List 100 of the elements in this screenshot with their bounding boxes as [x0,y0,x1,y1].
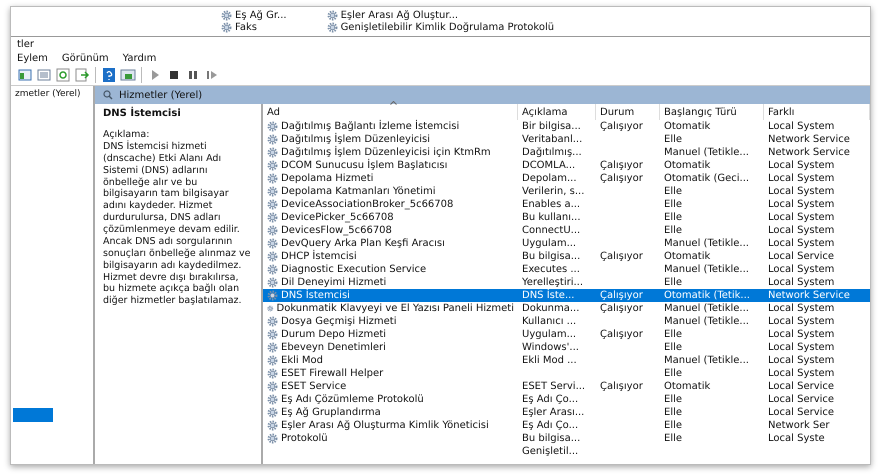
service-row[interactable]: DHCP İstemcisi [263,250,518,263]
service-row[interactable]: DevicePicker_5c66708 [263,211,518,224]
tree-item[interactable]: zmetler (Yerel) [13,88,91,100]
service-row[interactable]: Ebeveyn Denetimleri [263,341,518,354]
service-row[interactable]: ESET Firewall Helper [263,367,518,380]
table-cell-text: Dağıtılmış... [521,146,583,159]
service-row[interactable]: Ekli Mod [263,354,518,367]
gear-icon [267,277,278,288]
gear-icon [267,186,278,197]
service-row[interactable]: DevQuery Arka Plan Keşfi Aracısı [263,237,518,250]
table-cell-text: Local System [767,185,836,198]
table-cell-text: ESET Servi... [521,380,586,393]
gear-icon [267,199,278,210]
table-cell-text: Çalışıyor [599,302,644,315]
table-cell-text: Executes ... [521,263,581,276]
table-cell-text: Elle [663,276,684,289]
menu-item[interactable]: Eylem [17,53,48,64]
gear-icon [267,342,278,353]
table-cell-text: Elle [663,133,684,146]
gear-icon [267,173,278,184]
export-icon[interactable] [74,67,90,83]
table-cell-text: Enables a... [521,198,582,211]
table-cell-text: Eş Adı Ço... [521,393,580,406]
column-header[interactable]: Açıklama [518,104,596,120]
pane-title: Hizmetler (Yerel) [119,90,202,100]
table-cell-text: Otomatik [663,159,712,172]
table-cell-text: Local System [767,198,836,211]
table-cell-text: Elle [663,224,684,237]
table-cell-text: Local System [767,328,836,341]
service-row[interactable]: Dağıtılmış İşlem Düzenleyicisi [263,133,518,146]
console-icon[interactable] [120,67,136,83]
table-cell-text: Otomatik [663,250,712,263]
gear-icon [267,303,274,314]
table-cell-text: Local System [767,276,836,289]
table-cell-text: Çalışıyor [599,172,644,185]
pane-icon[interactable] [17,67,33,83]
gear-icon [267,433,278,444]
service-row[interactable]: Protokolü [263,432,518,445]
gear-icon [267,407,278,418]
service-row[interactable]: Eş Adı Çözümleme Protokolü [263,393,518,406]
service-row[interactable]: ESET Service [263,380,518,393]
service-row[interactable]: DNS İstemcisi [263,289,518,302]
description-text: DNS İstemcisi hizmeti (dnscache) Etki Alanı Adı Sistemi (DNS) adlarını önbelleğe alır ve bu bilgisayarın tam bilgisayar adını kaydeder. Hizmet durdurulursa, DNS adları çözümlenmeye devam edilir. Ancak DNS adı sorgularının sonuçları önbelleğe alınmaz ve bilgisayarın adı kaydedilmez. Hizmet devre dışı bırakılırsa, bu hizmete açıkça bağlı olan diğer hizmetler başlatılamaz. [103,140,252,308]
table-cell-text: Çalışıyor [599,250,644,263]
table-cell-text: Local Service [767,250,836,263]
service-row[interactable]: Durum Depo Hizmeti [263,328,518,341]
table-cell-text: Bu bilgisa... [521,432,582,445]
table-cell-text: Elle [663,406,684,419]
description-label: Açıklama: [103,129,150,140]
table-cell-text: Manuel (Tetikle... [663,302,750,315]
table-cell-text: Local Service [767,406,836,419]
service-row[interactable]: Depolama Katmanları Yönetimi [263,185,518,198]
menu-item[interactable]: Görünüm [62,53,109,64]
gear-icon [221,22,232,33]
service-name: Faks [235,22,257,33]
service-row[interactable]: Eşler Arası Ağ Oluşturma Kimlik Yöneticisi [263,419,518,432]
help-icon[interactable] [101,67,117,83]
table-cell-text: Local System [767,159,836,172]
table-cell-text: Local System [767,120,836,133]
table-cell-text: Elle [663,185,684,198]
gear-icon [221,10,232,21]
gear-icon [267,355,278,366]
service-row[interactable]: Dağıtılmış İşlem Düzenleyicisi için KtmRm [263,146,518,159]
service-row[interactable]: Depolama Hizmeti [263,172,518,185]
table-cell-text: Local System [767,172,836,185]
gear-icon [267,290,278,301]
service-row[interactable]: Eş Ağ Gruplandırma [263,406,518,419]
refresh-icon[interactable] [55,67,71,83]
gear-icon [267,134,278,145]
service-name: Eş Ağ Gr... [235,10,287,21]
table-cell-text: Local System [767,315,836,328]
table-cell-text: Elle [663,211,684,224]
gear-icon [267,225,278,236]
table-cell-text: Local Syste [767,432,826,445]
gear-icon [326,10,338,21]
table-cell-text: ConnectU... [521,224,582,237]
service-row[interactable]: Dil Deneyimi Hizmeti [263,276,518,289]
service-row[interactable]: Dokunmatik Klavyeyi ve El Yazısı Paneli Hizmeti [263,302,518,315]
table-cell-text: Windows'... [521,341,580,354]
column-header[interactable]: Farklı [764,104,870,120]
list-icon[interactable] [36,67,52,83]
service-row[interactable]: Dağıtılmış Bağlantı İzleme İstemcisi [263,120,518,133]
column-header[interactable]: Başlangıç Türü [660,104,764,120]
gear-icon [267,394,278,405]
column-header[interactable]: Durum [596,104,660,120]
window-title: tler [16,38,35,52]
service-row[interactable]: DCOM Sunucusu İşlem Başlatıcısı [263,159,518,172]
gear-icon [267,381,278,392]
menu-item[interactable]: Yardım [122,53,156,64]
service-row[interactable]: Dosya Geçmişi Hizmeti [263,315,518,328]
table-cell-text: Bir bilgisa... [521,120,582,133]
column-header[interactable]: Ad [263,104,518,120]
table-cell-text: Network Ser [767,419,831,432]
service-row[interactable]: DevicesFlow_5c66708 [263,224,518,237]
table-cell-text: Uygulam... [521,237,578,250]
service-row[interactable]: DeviceAssociationBroker_5c66708 [263,198,518,211]
table-cell: DNS İste... [518,289,596,302]
service-row[interactable]: Diagnostic Execution Service [263,263,518,276]
service-name: Genişletilebilir Kimlik Doğrulama Protokolü [340,22,554,33]
table-cell-text: Depolam... [521,172,578,185]
